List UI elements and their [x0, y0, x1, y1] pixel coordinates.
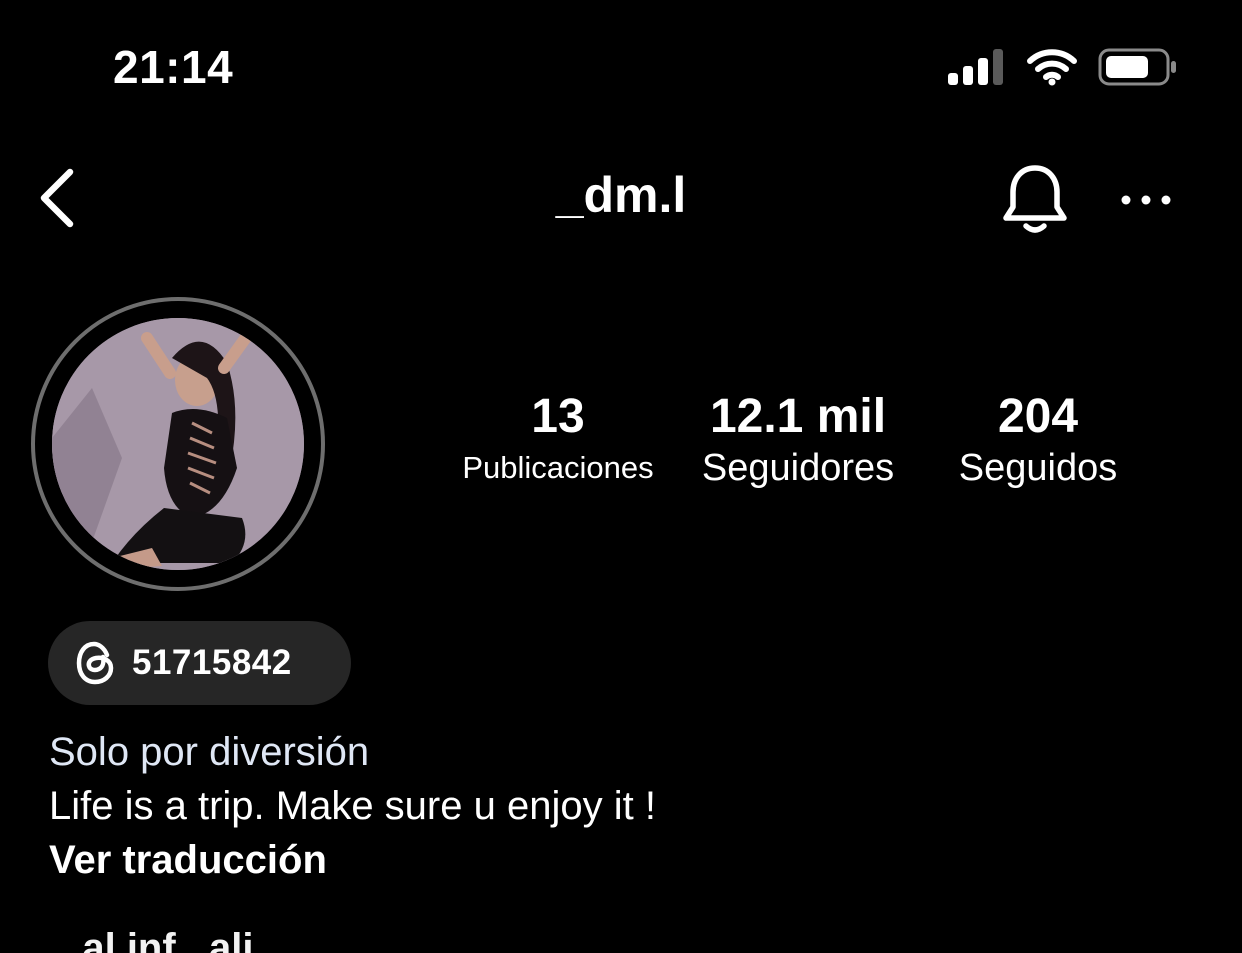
- wifi-icon: [1027, 49, 1077, 86]
- stat-posts[interactable]: 13 Publicaciones: [448, 390, 668, 492]
- more-options-icon[interactable]: [1118, 182, 1174, 218]
- threads-badge-button[interactable]: 51715842: [48, 621, 351, 705]
- stat-following[interactable]: 204 Seguidos: [940, 390, 1136, 492]
- threads-icon: [76, 641, 114, 685]
- stat-followers[interactable]: 12.1 mil Seguidores: [686, 390, 910, 492]
- followers-count: 12.1 mil: [709, 390, 887, 443]
- profile-screen: 21:14 _dm.l 13 Publicaciones 12.1 mil Se…: [0, 0, 1242, 953]
- avatar-photo: [52, 318, 304, 570]
- battery-icon: [1098, 48, 1176, 86]
- bio-text: Life is a trip. Make sure u enjoy it !: [49, 784, 656, 828]
- threads-number: 51715842: [132, 643, 292, 682]
- followers-label: Seguidores: [701, 447, 895, 489]
- posts-count: 13: [531, 390, 585, 443]
- see-translation-link[interactable]: Ver traducción: [49, 838, 327, 883]
- bio-category: Solo por diversión: [49, 730, 370, 774]
- posts-label: Publicaciones: [462, 450, 654, 485]
- notifications-bell-icon[interactable]: [1000, 163, 1070, 235]
- following-count: 204: [997, 390, 1079, 443]
- status-time: 21:14: [113, 41, 234, 93]
- signal-icon: [948, 49, 1003, 85]
- following-label: Seguidos: [958, 447, 1118, 489]
- profile-avatar[interactable]: [52, 318, 304, 570]
- status-icons: [948, 48, 1178, 86]
- bio-cut-off-line: ...al inf...ali...: [49, 926, 287, 953]
